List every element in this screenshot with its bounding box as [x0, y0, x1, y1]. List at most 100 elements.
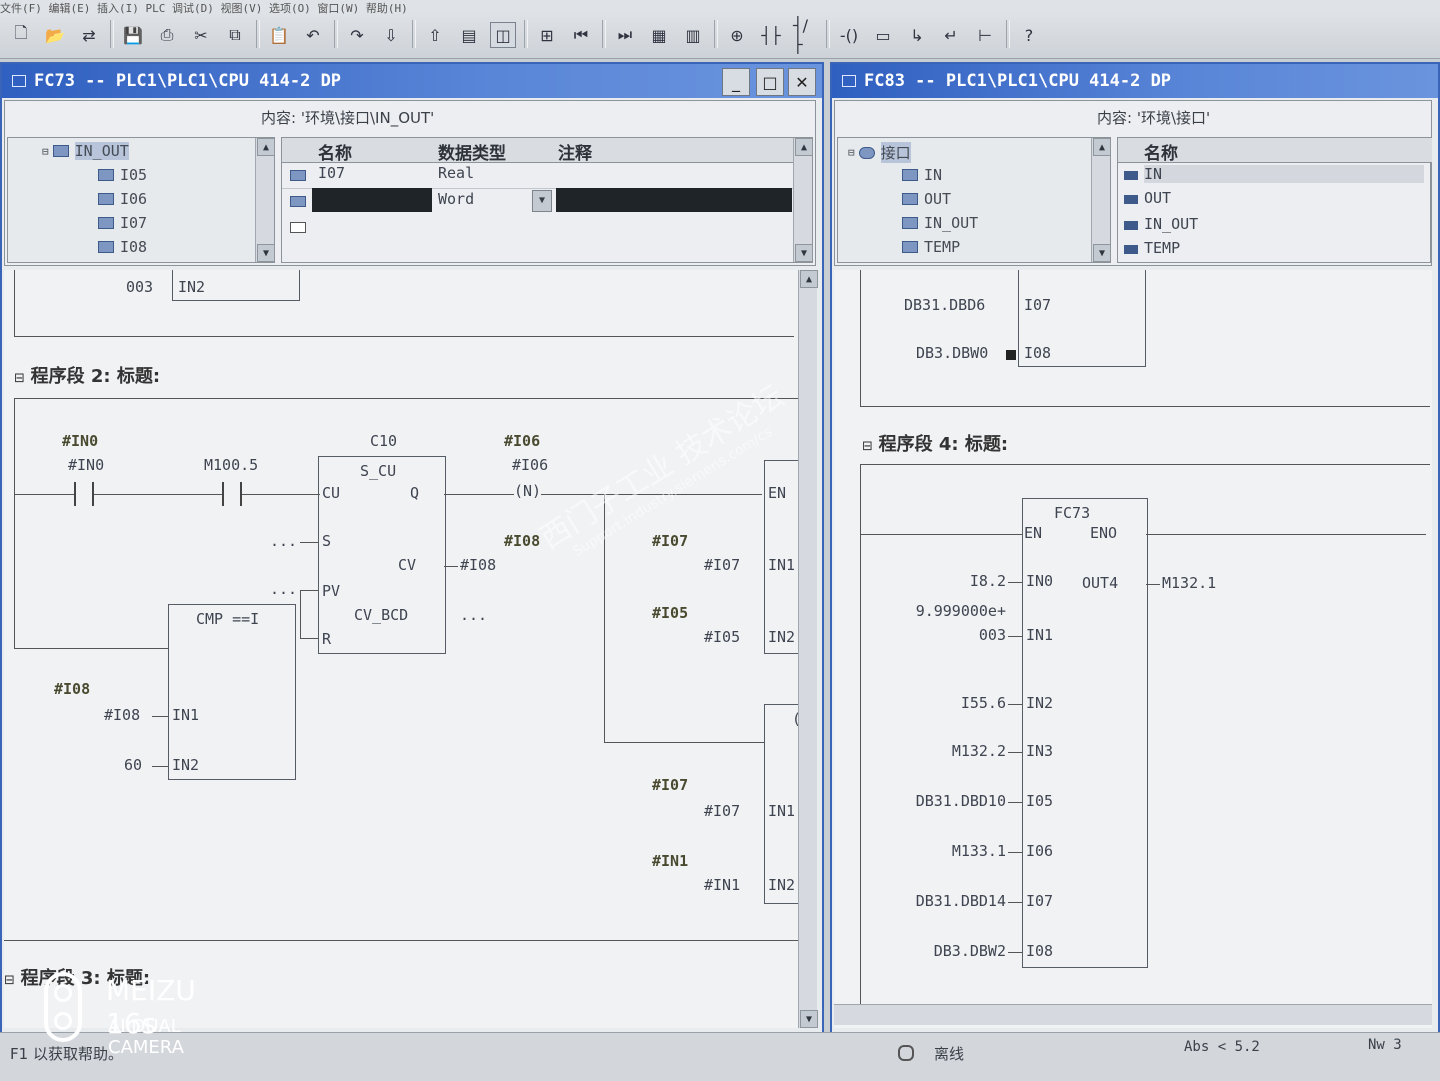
tree-root[interactable]: ⊟ 接口: [848, 142, 911, 163]
table-row-selected[interactable]: I08 Word ▼: [282, 188, 794, 214]
input-value[interactable]: DB31.DBD10: [916, 792, 1006, 810]
fc73-titlebar[interactable]: FC73 -- PLC1\PLC1\CPU 414-2 DP: [2, 64, 822, 98]
cut-icon[interactable]: ✂: [188, 22, 214, 48]
open-icon[interactable]: 📂: [42, 22, 68, 48]
save-icon[interactable]: 💾: [120, 22, 146, 48]
table-row[interactable]: OUT: [1118, 188, 1432, 212]
tree-item[interactable]: I05: [98, 166, 147, 184]
new-icon[interactable]: 🗋: [8, 22, 34, 48]
tree-item[interactable]: TEMP: [902, 238, 960, 256]
branch-open-icon[interactable]: ↳: [904, 22, 930, 48]
close-button[interactable]: ✕: [788, 68, 816, 96]
stat-icon[interactable]: ⊞: [534, 22, 560, 48]
branch-close-icon[interactable]: ↵: [938, 22, 964, 48]
interface-tree[interactable]: ⊟ IN_OUT I05 I06 I07 I08 ▲ ▼: [7, 137, 275, 263]
interface-table[interactable]: 名称 IN OUT IN_OUT TEMP: [1117, 137, 1432, 263]
overview-icon[interactable]: ▤: [456, 22, 482, 48]
tree-scrollbar[interactable]: ▲ ▼: [1091, 138, 1111, 262]
table-scrollbar[interactable]: ▲ ▼: [793, 138, 813, 262]
contact-no-icon[interactable]: [222, 482, 242, 506]
negative-coil-icon[interactable]: (N): [514, 482, 542, 500]
collapse-icon[interactable]: ⊟: [4, 973, 15, 988]
interface-table[interactable]: 名称 数据类型 注释 I07 Real I08 Word ▼ ▲ ▼: [281, 137, 813, 263]
h-scrollbar[interactable]: [834, 1004, 1432, 1025]
scroll-up-icon[interactable]: ▲: [795, 138, 813, 156]
paste-icon[interactable]: 📋: [266, 22, 292, 48]
tree-item[interactable]: IN_OUT: [902, 214, 978, 232]
contact-no-icon[interactable]: [74, 482, 94, 506]
input-value[interactable]: M132.2: [952, 742, 1006, 760]
scroll-down-icon[interactable]: ▼: [1093, 244, 1111, 262]
undo-icon[interactable]: ↶: [300, 22, 326, 48]
tree-item[interactable]: OUT: [902, 190, 951, 208]
network-insert-icon[interactable]: ⊕: [724, 22, 750, 48]
coil-icon[interactable]: -(): [836, 22, 862, 48]
input-value[interactable]: DB3.DBW2: [934, 942, 1006, 960]
tree-item[interactable]: I08: [98, 238, 147, 256]
table-row[interactable]: TEMP: [1118, 238, 1432, 262]
tree-item[interactable]: I07: [98, 214, 147, 232]
download-icon[interactable]: ⇩: [378, 22, 404, 48]
scroll-up-icon[interactable]: ▲: [800, 270, 818, 288]
redo-icon[interactable]: ↷: [344, 22, 370, 48]
scroll-up-icon[interactable]: ▲: [1093, 138, 1111, 156]
minimize-button[interactable]: _: [722, 68, 750, 96]
maximize-button[interactable]: □: [756, 68, 784, 96]
ladder-icon[interactable]: ▦: [646, 22, 672, 48]
col-type[interactable]: 数据类型: [438, 139, 506, 164]
network-icon[interactable]: ⇄: [76, 22, 102, 48]
tree-root[interactable]: ⊟ IN_OUT: [42, 142, 129, 160]
help-icon[interactable]: ?: [1016, 22, 1042, 48]
col-name[interactable]: 名称: [318, 139, 352, 164]
input-value[interactable]: M133.1: [952, 842, 1006, 860]
first-icon[interactable]: ⏮: [568, 22, 594, 48]
col-name[interactable]: 名称: [1144, 139, 1178, 164]
input-value[interactable]: DB31.DBD14: [916, 892, 1006, 910]
collapse-icon[interactable]: ⊟: [14, 371, 25, 386]
input-value[interactable]: I55.6: [961, 694, 1006, 712]
fc83-titlebar[interactable]: FC83 -- PLC1\PLC1\CPU 414-2 DP: [832, 64, 1438, 98]
print-icon[interactable]: ⎙: [154, 22, 180, 48]
power-rail: [860, 464, 861, 1004]
monitor-icon[interactable]: ◫: [490, 22, 516, 48]
ladder-editor[interactable]: 003 IN2 ⊟ 程序段 2: 标题: #IN0 #IN0 M100.5 C1…: [4, 270, 805, 1028]
menu-bar[interactable]: 文件(F) 编辑(E) 插入(I) PLC 调试(D) 视图(V) 选项(O) …: [0, 0, 1440, 15]
input-value[interactable]: 003: [979, 626, 1006, 644]
scroll-down-icon[interactable]: ▼: [257, 244, 275, 262]
table-row[interactable]: IN: [1118, 164, 1432, 188]
scroll-up-icon[interactable]: ▲: [257, 138, 275, 156]
cmp-eq-int-block[interactable]: [168, 604, 296, 780]
wire: [1008, 852, 1022, 853]
table-row[interactable]: IN_OUT: [1118, 214, 1432, 238]
collapse-icon[interactable]: ⊟: [848, 146, 855, 159]
contact-no-icon[interactable]: ┤├: [758, 22, 784, 48]
col-comment[interactable]: 注释: [558, 139, 592, 164]
tree-scrollbar[interactable]: ▲ ▼: [255, 138, 275, 262]
scroll-down-icon[interactable]: ▼: [795, 244, 813, 262]
toolbar-separator: [110, 20, 114, 48]
tree-item[interactable]: I06: [98, 190, 147, 208]
segment-2-title[interactable]: ⊟ 程序段 2: 标题:: [14, 362, 160, 388]
tree-item[interactable]: IN: [902, 166, 942, 184]
collapse-icon[interactable]: ⊟: [862, 439, 873, 454]
last-icon[interactable]: ⏭: [612, 22, 638, 48]
block-icon[interactable]: ▥: [680, 22, 706, 48]
interface-tree[interactable]: ⊟ 接口 IN OUT IN_OUT TEMP ▲ ▼: [837, 137, 1111, 263]
upload-icon[interactable]: ⇧: [422, 22, 448, 48]
ladder-editor[interactable]: DB31.DBD6 I07 DB3.DBW0 I08 ⊟ 程序段 4: 标题: …: [834, 270, 1432, 1028]
collapse-icon[interactable]: ⊟: [42, 145, 49, 158]
box-icon[interactable]: ▭: [870, 22, 896, 48]
segment-4-title[interactable]: ⊟ 程序段 4: 标题:: [862, 430, 1008, 456]
input-value[interactable]: 9.999000e+: [916, 602, 1006, 620]
table-row[interactable]: [282, 214, 794, 240]
scroll-down-icon[interactable]: ▼: [800, 1010, 818, 1028]
input-value[interactable]: I8.2: [970, 572, 1006, 590]
comment-cell-selected[interactable]: [556, 188, 792, 212]
connection-icon[interactable]: ⊢: [972, 22, 998, 48]
network-divider: [14, 398, 798, 399]
copy-icon[interactable]: ⧉: [222, 22, 248, 48]
editor-scrollbar[interactable]: ▲ ▼: [798, 270, 818, 1028]
type-dropdown-icon[interactable]: ▼: [532, 190, 552, 212]
contact-nc-icon[interactable]: ┤/├: [792, 16, 818, 54]
table-row[interactable]: I07 Real: [282, 162, 794, 189]
